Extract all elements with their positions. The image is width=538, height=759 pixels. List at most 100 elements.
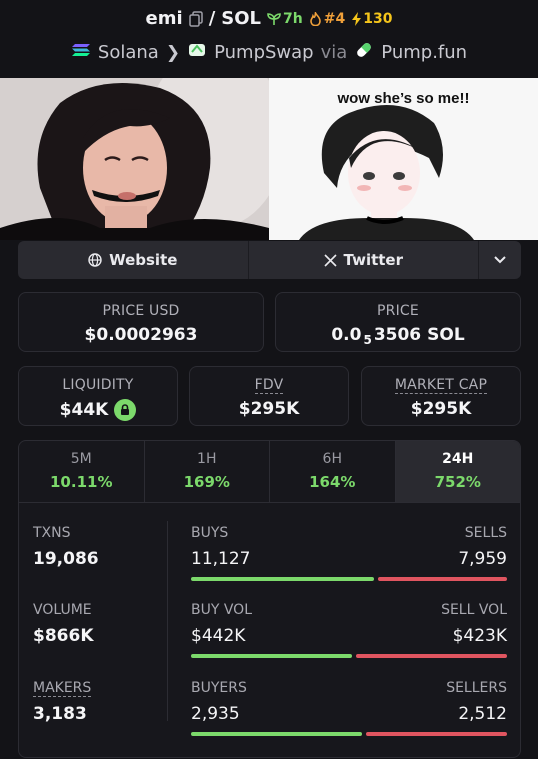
sellers-value: 2,512	[458, 704, 507, 724]
chain-link[interactable]: Solana	[98, 42, 159, 63]
trending-rank: #4	[309, 11, 345, 27]
buy-sell-volume-stat: BUY VOL SELL VOL $442K $423K	[191, 602, 507, 658]
sellers-bar	[365, 732, 507, 736]
website-label: Website	[109, 251, 178, 269]
tab-6h-change: 164%	[309, 473, 356, 491]
buys-label: BUYS	[191, 525, 229, 541]
buys-sells-bar	[191, 577, 507, 581]
fdv-value: $295K	[238, 399, 300, 419]
buy-vol-label: BUY VOL	[191, 602, 253, 618]
market-cap-value: $295K	[410, 399, 472, 419]
buyers-label: BUYERS	[191, 680, 247, 696]
trending-rank-value: #4	[323, 10, 346, 27]
tab-24h-change: 752%	[434, 473, 481, 491]
more-links-button[interactable]	[479, 241, 521, 279]
price-native-box: PRICE 0.0 5 3506 SOL	[275, 292, 521, 352]
price-native-zeros: 5	[363, 333, 372, 347]
buy-vol-value: $442K	[191, 626, 246, 646]
banner-photo	[0, 78, 285, 240]
boost-count: 130	[351, 11, 392, 27]
buyers-bar	[191, 732, 362, 736]
buys-sells-stat: BUYS SELLS 11,127 7,959	[191, 525, 507, 581]
banner-drawing: wow she’s so me!!	[269, 78, 538, 240]
txns-label: TXNS	[33, 525, 71, 541]
chevron-right-icon: ❯	[165, 42, 181, 63]
tab-24h-label: 24H	[442, 451, 474, 467]
fdv-label[interactable]: FDV	[254, 377, 284, 394]
launchpad-link[interactable]: Pump.fun	[381, 42, 467, 63]
price-native-prefix: 0.0	[331, 325, 362, 345]
pumpswap-icon	[187, 40, 207, 65]
sell-vol-bar	[356, 654, 507, 658]
buy-sell-volume-bar	[191, 654, 507, 658]
txns-stat: TXNS 19,086	[33, 525, 99, 569]
banner-caption: wow she’s so me!!	[337, 90, 470, 107]
tab-5m[interactable]: 5M 10.11%	[19, 441, 145, 502]
tab-5m-label: 5M	[70, 451, 92, 467]
fdv-box: FDV $295K	[189, 366, 349, 426]
twitter-label: Twitter	[343, 251, 404, 269]
sell-vol-value: $423K	[452, 626, 507, 646]
social-links-bar: Website Twitter	[18, 241, 521, 279]
price-usd-label: PRICE USD	[102, 303, 180, 319]
solana-icon	[71, 42, 91, 63]
pair-slash: /	[208, 8, 216, 29]
volume-stat: VOLUME $866K	[33, 602, 94, 646]
price-usd-value: $0.0002963	[84, 325, 198, 345]
title-row: emi / SOL 7h #4 130	[0, 8, 538, 29]
sellers-label: SELLERS	[446, 680, 507, 696]
tab-1h-change: 169%	[183, 473, 230, 491]
buyers-sellers-bar	[191, 732, 507, 736]
twitter-button[interactable]: Twitter	[249, 241, 479, 279]
price-native-unit: SOL	[427, 325, 465, 345]
buy-vol-bar	[191, 654, 353, 658]
pair-age: 7h	[267, 11, 303, 27]
liquidity-box: LIQUIDITY $44K	[18, 366, 178, 426]
token-banner: wow she’s so me!!	[0, 78, 538, 240]
pill-icon	[354, 40, 374, 65]
liquidity-label: LIQUIDITY	[62, 377, 134, 393]
tab-1h[interactable]: 1H 169%	[145, 441, 270, 502]
tab-6h-label: 6H	[322, 451, 342, 467]
sprout-icon	[267, 12, 281, 25]
market-cap-box: MARKET CAP $295K	[361, 366, 521, 426]
price-native-digits: 3506	[373, 325, 422, 345]
buys-bar	[191, 577, 375, 581]
market-cap-label[interactable]: MARKET CAP	[394, 377, 488, 394]
globe-icon	[88, 253, 102, 267]
buyers-sellers-stat: BUYERS SELLERS 2,935 2,512	[191, 680, 507, 736]
boost-count-value: 130	[363, 10, 393, 27]
price-usd-box: PRICE USD $0.0002963	[18, 292, 264, 352]
timeframe-stats-panel: 5M 10.11% 1H 169% 6H 164% 24H 752% TXNS …	[18, 440, 521, 758]
price-native-label: PRICE	[377, 303, 419, 319]
token-header: emi / SOL 7h #4 130 Solana ❯ PumpSwap vi…	[0, 0, 538, 78]
copy-icon[interactable]	[188, 10, 203, 27]
tab-6h[interactable]: 6H 164%	[270, 441, 396, 502]
website-button[interactable]: Website	[18, 241, 249, 279]
stats-divider	[167, 521, 168, 721]
txns-value: 19,086	[33, 549, 99, 569]
makers-stat: MAKERS 3,183	[33, 680, 92, 724]
pair-age-value: 7h	[283, 10, 303, 27]
makers-label[interactable]: MAKERS	[33, 680, 92, 697]
buyers-value: 2,935	[191, 704, 240, 724]
lightning-icon	[352, 11, 362, 26]
chevron-down-icon	[494, 256, 506, 264]
breadcrumb: Solana ❯ PumpSwap via Pump.fun	[0, 40, 538, 65]
volume-label: VOLUME	[33, 602, 92, 618]
tab-24h[interactable]: 24H 752%	[395, 441, 520, 502]
token-name: emi	[145, 8, 183, 29]
sell-vol-label: SELL VOL	[441, 602, 507, 618]
sells-label: SELLS	[464, 525, 507, 541]
flame-icon	[309, 11, 321, 26]
sells-value: 7,959	[458, 549, 507, 569]
tab-5m-change: 10.11%	[50, 473, 113, 491]
quote-token: SOL	[221, 8, 262, 29]
buys-value: 11,127	[191, 549, 251, 569]
x-logo-icon	[323, 253, 337, 267]
dex-link[interactable]: PumpSwap	[214, 42, 314, 63]
volume-value: $866K	[33, 626, 94, 646]
timeframe-tabs: 5M 10.11% 1H 169% 6H 164% 24H 752%	[19, 441, 520, 503]
lock-icon[interactable]	[114, 399, 137, 421]
liquidity-value: $44K	[59, 400, 109, 420]
